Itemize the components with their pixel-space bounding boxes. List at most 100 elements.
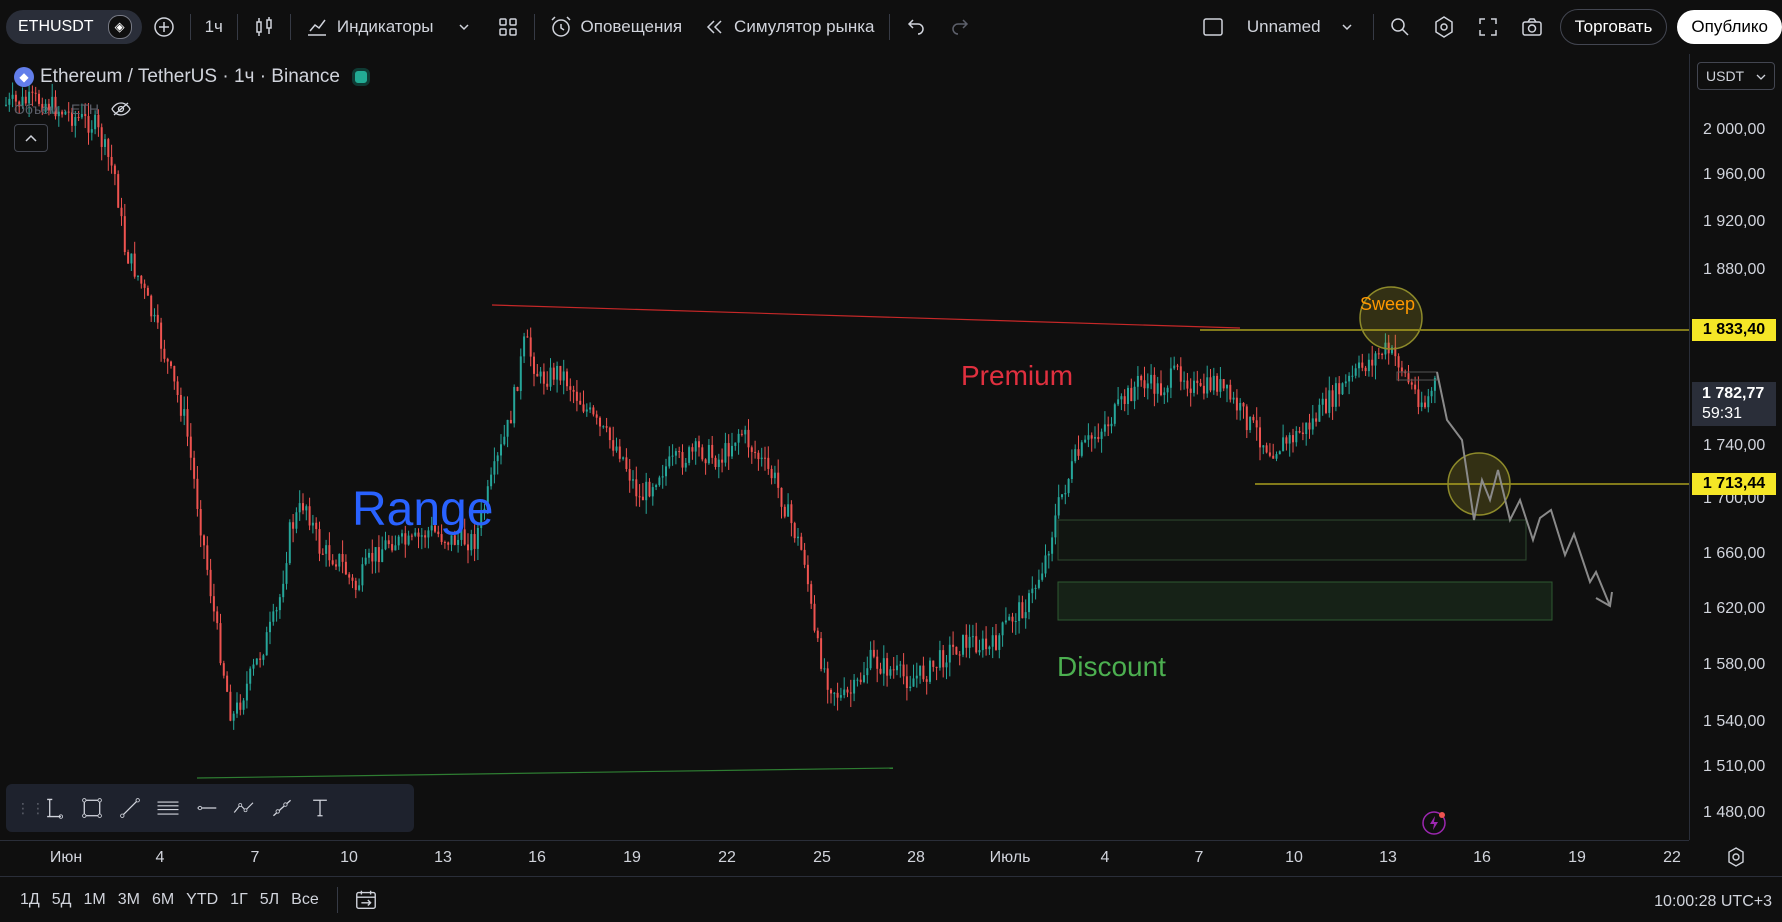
- candle-body: [823, 668, 826, 670]
- snapshot-button[interactable]: [1510, 10, 1554, 44]
- candle-body: [783, 506, 786, 517]
- level-low-label[interactable]: 1 713,44: [1692, 473, 1776, 495]
- range-button[interactable]: 5Л: [254, 891, 285, 909]
- diamond-icon[interactable]: ◈: [107, 15, 132, 39]
- horizontal-ray-tool-icon[interactable]: [194, 796, 218, 820]
- range-button[interactable]: 3М: [112, 891, 146, 909]
- candle-body: [5, 104, 7, 106]
- range-button[interactable]: Все: [285, 891, 325, 909]
- chart-type-button[interactable]: [242, 10, 286, 44]
- drag-handle-icon[interactable]: ⋮⋮: [16, 800, 45, 817]
- candle-body: [166, 358, 169, 362]
- calendar-range-icon[interactable]: [354, 888, 378, 912]
- fvg-zone-upper[interactable]: [1057, 519, 1527, 561]
- symbol-search-button[interactable]: ETHUSDT ◈: [6, 10, 142, 44]
- candle-body: [278, 597, 281, 611]
- candle-body: [1331, 390, 1334, 407]
- last-price-label: 1 782,77 59:31: [1692, 382, 1776, 426]
- candle-body: [935, 666, 938, 668]
- candle-body: [839, 695, 842, 698]
- templates-button[interactable]: [486, 10, 530, 44]
- settings-button[interactable]: [1422, 10, 1466, 44]
- trade-button[interactable]: Торговать: [1559, 9, 1668, 45]
- alerts-button[interactable]: Оповещения: [539, 10, 693, 44]
- publish-button[interactable]: Опублико: [1677, 10, 1782, 44]
- candle-body: [562, 371, 565, 381]
- candle-body: [1074, 449, 1077, 462]
- candle-body: [1067, 479, 1070, 494]
- range-low-line[interactable]: [196, 767, 894, 779]
- candle-body: [212, 596, 215, 612]
- legend-title[interactable]: Ethereum / TetherUS · 1ч · Binance: [40, 66, 340, 88]
- market-status-icon[interactable]: [351, 68, 370, 86]
- candle-body: [1189, 388, 1192, 393]
- candle-body: [820, 638, 823, 669]
- projection-arrowhead[interactable]: [1595, 591, 1613, 608]
- time-tick: 7: [250, 849, 260, 866]
- replay-label: Симулятор рынка: [734, 17, 875, 36]
- chevron-down-icon[interactable]: [1335, 15, 1359, 39]
- trend-line-tool-icon[interactable]: [42, 796, 66, 820]
- text-tool-icon[interactable]: [308, 796, 332, 820]
- candle-body: [1239, 402, 1242, 411]
- redo-button[interactable]: [938, 10, 982, 44]
- lightning-icon[interactable]: [1421, 810, 1447, 836]
- line-tool-icon[interactable]: [118, 796, 142, 820]
- candle-body: [358, 585, 361, 590]
- premium-label[interactable]: Premium: [961, 360, 1073, 392]
- indicators-button[interactable]: Индикаторы: [295, 10, 486, 44]
- interval-button[interactable]: 1ч: [195, 10, 233, 44]
- parallel-channel-tool-icon[interactable]: [156, 796, 180, 820]
- scale-settings-button[interactable]: [1723, 846, 1749, 872]
- range-button[interactable]: 6М: [146, 891, 180, 909]
- path-tool-icon[interactable]: [232, 796, 256, 820]
- trade-label: Торговать: [1574, 17, 1653, 36]
- fullscreen-button[interactable]: [1466, 10, 1510, 44]
- compare-button[interactable]: [142, 10, 186, 44]
- price-tick: 1 920,00: [1703, 213, 1766, 230]
- quick-search-button[interactable]: [1378, 10, 1422, 44]
- candle-body: [1011, 616, 1014, 622]
- clock-timezone[interactable]: 10:00:28 UTC+3: [1654, 893, 1772, 911]
- range-button[interactable]: YTD: [180, 891, 224, 909]
- undo-button[interactable]: [894, 10, 938, 44]
- candle-body: [133, 253, 136, 277]
- fvg-zone-lower[interactable]: [1057, 581, 1553, 621]
- candle-body: [1176, 365, 1179, 367]
- small-box[interactable]: [1396, 371, 1438, 381]
- candle-body: [998, 635, 1001, 650]
- ray-tool-icon[interactable]: [270, 796, 294, 820]
- candle-body: [1229, 384, 1232, 400]
- eye-off-icon[interactable]: [109, 97, 133, 121]
- replay-button[interactable]: Симулятор рынка: [692, 10, 884, 44]
- candle-body: [315, 522, 318, 530]
- candle-body: [1084, 439, 1087, 443]
- candles-series: [5, 78, 1436, 730]
- candle-body: [1120, 396, 1123, 400]
- rectangle-tool-icon[interactable]: [80, 796, 104, 820]
- range-button[interactable]: 1М: [77, 891, 111, 909]
- collapse-legend-button[interactable]: [14, 124, 48, 152]
- level-high-label[interactable]: 1 833,40: [1692, 319, 1776, 341]
- range-button[interactable]: 1Г: [224, 891, 254, 909]
- candle-body: [1090, 435, 1093, 439]
- candle-body: [269, 621, 271, 633]
- currency-select[interactable]: USDT: [1697, 62, 1775, 90]
- range-button[interactable]: 1Д: [14, 891, 46, 909]
- candle-body: [1334, 383, 1337, 407]
- range-high-line[interactable]: [491, 304, 1241, 329]
- layout-button[interactable]: Unnamed: [1191, 10, 1369, 44]
- candle-body: [869, 649, 872, 669]
- candle-body: [988, 646, 991, 650]
- range-button[interactable]: 5Д: [46, 891, 78, 909]
- candle-body: [797, 536, 799, 539]
- toolbar-divider: [888, 14, 890, 40]
- volume-label[interactable]: Объем · ETH: [14, 101, 99, 117]
- range-label[interactable]: Range: [352, 482, 493, 537]
- chevron-down-icon[interactable]: [452, 15, 476, 39]
- discount-label[interactable]: Discount: [1057, 651, 1166, 683]
- candle-body: [160, 322, 163, 349]
- candle-body: [830, 689, 832, 694]
- candle-body: [707, 444, 710, 464]
- sweep-label[interactable]: Sweep: [1360, 294, 1415, 315]
